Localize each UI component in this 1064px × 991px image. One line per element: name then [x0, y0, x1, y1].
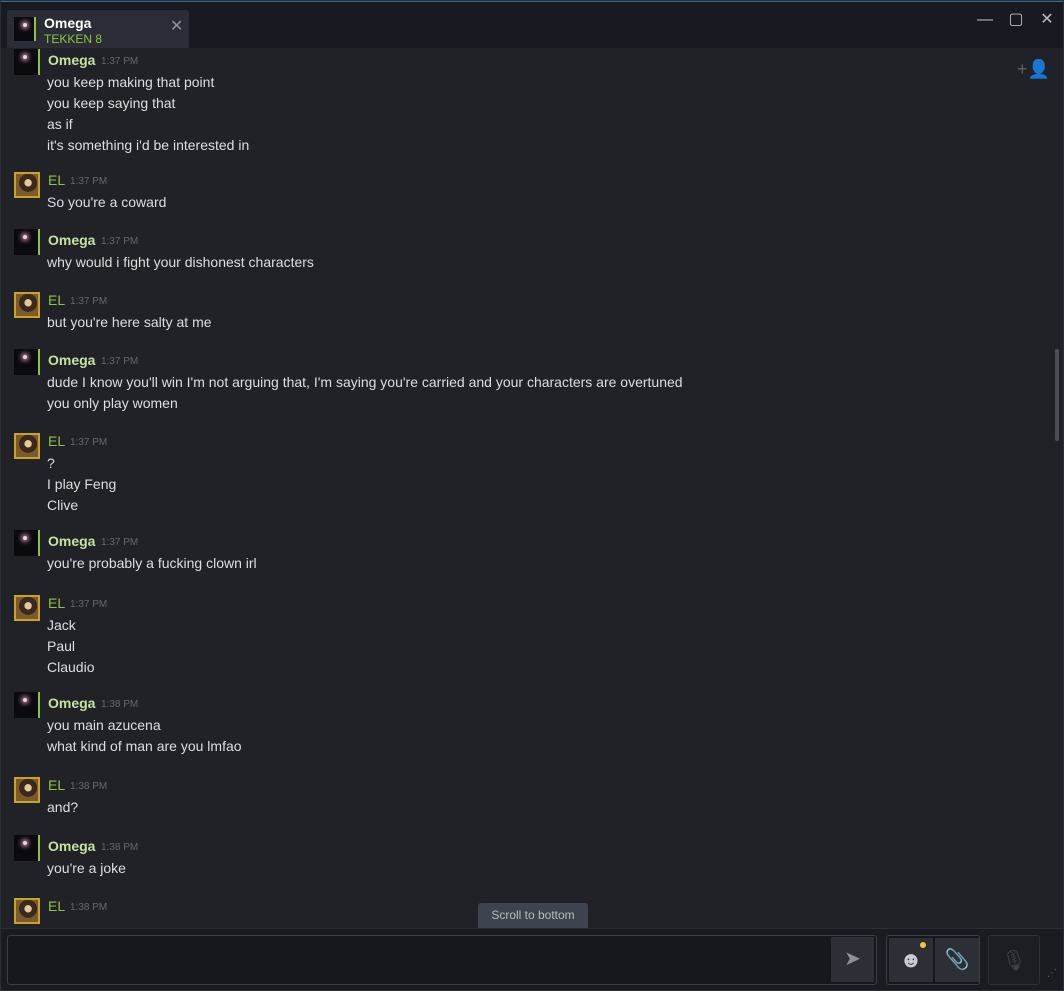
avatar[interactable] [14, 898, 40, 924]
scroll-to-bottom-button[interactable]: Scroll to bottom [478, 903, 588, 928]
avatar[interactable] [14, 349, 40, 375]
message-timestamp: 1:37 PM [101, 56, 139, 67]
message-timestamp: 1:38 PM [70, 781, 108, 792]
message-author[interactable]: EL [48, 898, 65, 914]
chat-message: Omega 1:37 PM dude I know you'll win I'm n… [1, 349, 1041, 420]
message-text: as if [47, 116, 73, 132]
avatar[interactable] [14, 530, 40, 556]
message-timestamp: 1:38 PM [101, 842, 139, 853]
avatar[interactable] [14, 433, 40, 459]
message-text: I play Feng [47, 476, 117, 492]
message-timestamp: 1:37 PM [101, 537, 139, 548]
message-timestamp: 1:37 PM [70, 176, 108, 187]
message-author[interactable]: EL [48, 433, 65, 449]
message-text: and? [47, 799, 79, 815]
message-text: you keep saying that [47, 95, 176, 111]
message-timestamp: 1:38 PM [70, 902, 108, 913]
new-indicator [920, 942, 926, 948]
message-text: Claudio [47, 659, 95, 675]
minimize-button[interactable]: — [973, 10, 997, 30]
chat-message: EL 1:38 PM and? [1, 777, 1041, 824]
composer-tools: ☻ 📎 [886, 935, 980, 985]
message-author[interactable]: EL [48, 172, 65, 188]
message-author[interactable]: EL [48, 777, 65, 793]
message-text: ? [47, 455, 55, 471]
avatar[interactable] [14, 292, 40, 318]
invite-friend-icon[interactable]: +👤 [1017, 59, 1050, 85]
avatar[interactable] [14, 172, 40, 198]
message-timestamp: 1:37 PM [101, 236, 139, 247]
emoji-icon[interactable]: ☻ [889, 938, 933, 982]
title-bar: Omega TEKKEN 8 ✕ — ▢ ✕ [1, 1, 1063, 48]
resize-grip-icon[interactable]: ⋰ [1047, 969, 1061, 987]
chat-message: Omega 1:38 PM you're a joke [1, 835, 1041, 885]
message-author[interactable]: Omega [48, 52, 95, 68]
message-author[interactable]: EL [48, 292, 65, 308]
composer: ➤ ☻ 📎 🎙 [1, 928, 1063, 990]
message-timestamp: 1:38 PM [101, 699, 139, 710]
message-timestamp: 1:37 PM [70, 296, 108, 307]
message-author[interactable]: Omega [48, 232, 95, 248]
message-text: you're probably a fucking clown irl [47, 555, 257, 571]
avatar[interactable] [14, 692, 40, 718]
avatar[interactable] [14, 835, 40, 861]
message-list[interactable]: Omega 1:37 PM you keep making that point yo… [1, 48, 1063, 928]
message-text: you main azucena [47, 717, 161, 733]
scrollbar[interactable] [1055, 349, 1059, 441]
chat-message: EL 1:37 PM Jack Paul Claudio [1, 595, 1041, 684]
message-text: Paul [47, 638, 76, 654]
message-timestamp: 1:37 PM [70, 437, 108, 448]
send-icon[interactable]: ➤ [831, 937, 874, 982]
message-text: you keep making that point [47, 74, 215, 90]
chat-window: Omega TEKKEN 8 ✕ — ▢ ✕ Omega 1:37 PM you k… [0, 0, 1064, 991]
message-text: So you're a coward [47, 194, 167, 210]
message-text: it's something i'd be interested in [47, 137, 250, 153]
message-text: but you're here salty at me [47, 314, 212, 330]
avatar[interactable] [14, 229, 40, 255]
message-timestamp: 1:37 PM [101, 356, 139, 367]
paperclip-icon[interactable]: 📎 [935, 938, 979, 982]
message-text: what kind of man are you lmfao [47, 738, 242, 754]
chat-tab-omega[interactable]: Omega TEKKEN 8 ✕ [7, 10, 189, 48]
avatar[interactable] [14, 49, 40, 75]
chat-message: Omega 1:38 PM you main azucena what kind of… [1, 692, 1041, 763]
avatar [14, 17, 36, 41]
chat-message: EL 1:37 PM So you're a coward [1, 172, 1041, 219]
message-input[interactable] [7, 935, 877, 985]
message-text: you only play women [47, 395, 178, 411]
message-timestamp: 1:37 PM [70, 599, 108, 610]
chat-message: EL 1:37 PM? I play Feng Clive [1, 433, 1041, 522]
message-author[interactable]: Omega [48, 352, 95, 368]
chat-message: Omega 1:37 PM why would i fight your disho… [1, 229, 1041, 279]
avatar[interactable] [14, 595, 40, 621]
message-author[interactable]: Omega [48, 695, 95, 711]
avatar[interactable] [14, 777, 40, 803]
message-author[interactable]: EL [48, 595, 65, 611]
chat-message: Omega 1:37 PM you keep making that point yo… [1, 49, 1041, 162]
microphone-icon[interactable]: 🎙 [988, 935, 1040, 985]
tab-friend-name: Omega [44, 15, 92, 31]
close-window-button[interactable]: ✕ [1035, 10, 1059, 30]
maximize-button[interactable]: ▢ [1004, 10, 1028, 30]
message-author[interactable]: Omega [48, 838, 95, 854]
close-icon[interactable]: ✕ [170, 19, 183, 35]
chat-message: EL 1:37 PM but you're here salty at me [1, 292, 1041, 339]
message-text: dude I know you'll win I'm not arguing t… [47, 374, 683, 390]
tab-game-status: TEKKEN 8 [44, 32, 103, 46]
message-text: why would i fight your dishonest charact… [47, 254, 314, 270]
chat-message: Omega 1:37 PM you're probably a fucking cl… [1, 530, 1041, 580]
message-text: Jack [47, 617, 76, 633]
message-text: Clive [47, 497, 79, 513]
message-author[interactable]: Omega [48, 533, 95, 549]
message-text: you're a joke [47, 860, 126, 876]
